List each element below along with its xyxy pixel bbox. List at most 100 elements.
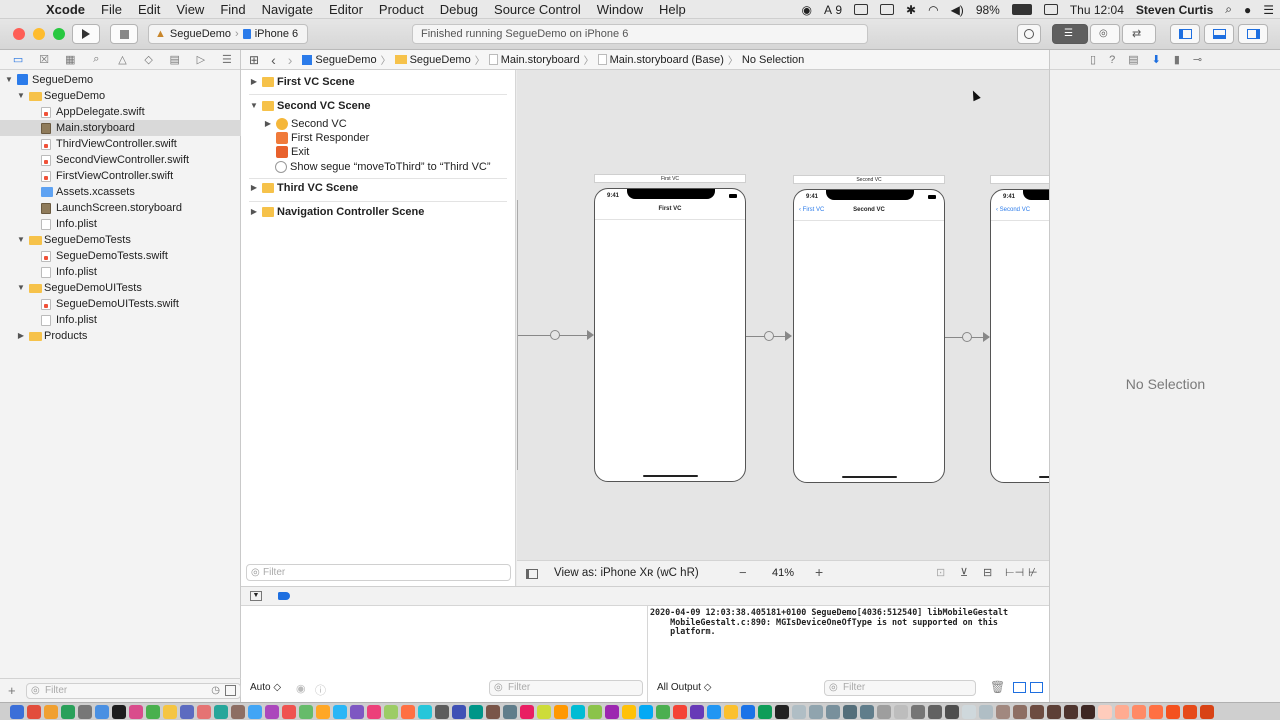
dock-app-icon[interactable] (826, 704, 840, 719)
disclosure-down-icon[interactable]: ▼ (16, 232, 26, 248)
zoom-in-icon[interactable]: + (815, 564, 823, 580)
dock-app-icon[interactable] (928, 704, 942, 719)
find-navigator-tab-icon[interactable]: ⌕ (83, 51, 109, 69)
dock-app-icon[interactable] (78, 704, 92, 719)
mirror-icon[interactable] (848, 4, 874, 15)
close-window-button[interactable] (13, 28, 25, 40)
quick-help-icon[interactable]: ? (1109, 54, 1115, 66)
identity-inspector-icon[interactable]: ▤ (1128, 53, 1138, 66)
user-name[interactable]: Steven Curtis (1130, 3, 1219, 17)
dock-app-icon[interactable] (265, 704, 279, 719)
dock-app-icon[interactable] (588, 704, 602, 719)
menu-navigate[interactable]: Navigate (254, 2, 321, 17)
segue-node-icon[interactable] (550, 330, 560, 340)
variables-scope-select[interactable]: Auto ◇ (250, 679, 281, 697)
source-control-tab-icon[interactable]: ☒ (31, 51, 57, 69)
dock-app-icon[interactable] (673, 704, 687, 719)
report-navigator-tab-icon[interactable]: ☰ (214, 51, 240, 69)
spotlight-icon[interactable]: ⌕ (1219, 2, 1238, 17)
info-icon[interactable]: ⓘ (315, 682, 326, 698)
dock-app-icon[interactable] (1166, 704, 1180, 719)
disclosure-right-icon[interactable]: ▶ (16, 328, 26, 344)
adobe-icon[interactable]: A 9 (818, 3, 848, 17)
toggle-navigator-button[interactable] (1170, 24, 1200, 44)
align-icon[interactable]: ⊟ (983, 566, 992, 579)
dock-app-icon[interactable] (1047, 704, 1061, 719)
phone-second-vc[interactable]: 9:41 ‹ First VC Second VC (793, 189, 945, 483)
crumb-project[interactable]: SegueDemo (298, 54, 380, 66)
disclosure-down-icon[interactable]: ▼ (4, 72, 14, 88)
menu-app[interactable]: Xcode (38, 2, 93, 17)
phone-first-vc[interactable]: 9:41 First VC (594, 188, 746, 482)
dock-app-icon[interactable] (707, 704, 721, 719)
embed-in-icon[interactable]: ⊻ (960, 566, 968, 579)
zoom-window-button[interactable] (53, 28, 65, 40)
crumb-group[interactable]: SegueDemo (391, 54, 475, 66)
menu-find[interactable]: Find (212, 2, 253, 17)
dock-app-icon[interactable] (520, 704, 534, 719)
dock-app-icon[interactable] (741, 704, 755, 719)
tree-row[interactable]: Info.plist (0, 264, 241, 280)
dock-app-icon[interactable] (554, 704, 568, 719)
dock-app-icon[interactable] (10, 704, 24, 719)
dock-app-icon[interactable] (1200, 704, 1214, 719)
tree-row[interactable]: SecondViewController.swift (0, 152, 241, 168)
dock-app-icon[interactable] (435, 704, 449, 719)
dock-app-icon[interactable] (979, 704, 993, 719)
dock-app-icon[interactable] (27, 704, 41, 719)
tree-row[interactable]: SegueDemoUITests.swift (0, 296, 241, 312)
dock-app-icon[interactable] (1030, 704, 1044, 719)
dock-app-icon[interactable] (877, 704, 891, 719)
connections-inspector-icon[interactable]: ⊸ (1193, 53, 1202, 66)
dock-app-icon[interactable] (469, 704, 483, 719)
disclosure-right-icon[interactable]: ▶ (249, 180, 259, 196)
dock-app-icon[interactable] (231, 704, 245, 719)
dock-app-icon[interactable] (724, 704, 738, 719)
tree-row[interactable]: Assets.xcassets (0, 184, 241, 200)
dock-app-icon[interactable] (401, 704, 415, 719)
add-icon[interactable]: + (8, 683, 16, 698)
zoom-out-icon[interactable]: − (739, 565, 747, 580)
dock-app-icon[interactable] (214, 704, 228, 719)
disclosure-right-icon[interactable]: ▶ (263, 116, 273, 132)
trash-icon[interactable]: 🗑 (990, 680, 1005, 694)
dock-app-icon[interactable] (843, 704, 857, 719)
tree-row[interactable]: FirstViewController.swift (0, 168, 241, 184)
dock-app-icon[interactable] (333, 704, 347, 719)
dock-app-icon[interactable] (945, 704, 959, 719)
dock-app-icon[interactable] (129, 704, 143, 719)
battery-percent[interactable]: 98% (970, 3, 1006, 17)
dock-app-icon[interactable] (350, 704, 364, 719)
volume-icon[interactable]: ◀) (945, 3, 970, 17)
dock-app-icon[interactable] (656, 704, 670, 719)
assistant-editor-button[interactable]: ◎ (1090, 24, 1120, 44)
menu-file[interactable]: File (93, 2, 130, 17)
dock-app-icon[interactable] (112, 704, 126, 719)
tree-row[interactable]: ▼ SegueDemoTests (0, 232, 241, 248)
tree-row[interactable]: SegueDemoTests.swift (0, 248, 241, 264)
zoom-level[interactable]: 41% (772, 567, 794, 579)
recent-files-icon[interactable]: ◷ (211, 684, 220, 698)
dock-app-icon[interactable] (282, 704, 296, 719)
dock-app-icon[interactable] (248, 704, 262, 719)
scene-title-bar[interactable] (990, 175, 1049, 184)
disclosure-down-icon[interactable]: ▼ (249, 98, 259, 114)
quick-look-icon[interactable]: ◉ (296, 682, 306, 695)
view-as-label[interactable]: View as: iPhone Xʀ (wC hR) (554, 567, 699, 579)
disclosure-right-icon[interactable]: ▶ (249, 204, 259, 220)
dock-app-icon[interactable] (1115, 704, 1129, 719)
dock-app-icon[interactable] (894, 704, 908, 719)
split-view-icon[interactable] (1030, 682, 1043, 693)
file-inspector-icon[interactable]: ▯ (1090, 53, 1096, 66)
tree-row[interactable]: LaunchScreen.storyboard (0, 200, 241, 216)
dock-app-icon[interactable] (639, 704, 653, 719)
dock-app-icon[interactable] (163, 704, 177, 719)
clock[interactable]: Thu 12:04 (1064, 3, 1130, 17)
crumb-selection[interactable]: No Selection (738, 54, 808, 66)
tree-row[interactable]: ▼ SegueDemo (0, 88, 241, 104)
dock-app-icon[interactable] (316, 704, 330, 719)
outline-filter-field[interactable]: ◎ Filter (246, 564, 511, 581)
dock-app-icon[interactable] (197, 704, 211, 719)
menu-edit[interactable]: Edit (130, 2, 168, 17)
menu-debug[interactable]: Debug (432, 2, 486, 17)
